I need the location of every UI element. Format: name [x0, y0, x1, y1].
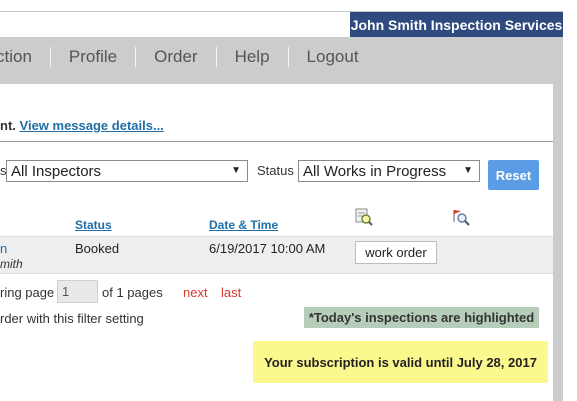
paging-suffix: of 1 pages	[102, 285, 163, 300]
page-number-input[interactable]: 1	[57, 280, 98, 303]
status-column-header[interactable]: Status	[75, 218, 112, 232]
magnifier-flag-icon[interactable]	[451, 207, 471, 227]
divider	[0, 141, 553, 142]
inspector-select-value: All Inspectors	[11, 162, 102, 180]
main-nav: ction Profile Order Help Logout	[0, 37, 377, 77]
nav-item-profile[interactable]: Profile	[51, 47, 135, 67]
view-message-details-link[interactable]: View message details...	[20, 118, 164, 133]
work-order-button[interactable]: work order	[355, 241, 437, 264]
company-name-badge: John Smith Inspection Services	[350, 12, 563, 37]
nav-item-logout[interactable]: Logout	[289, 47, 377, 67]
reset-button[interactable]: Reset	[488, 160, 539, 190]
status-select[interactable]: All Works in Progress ▼	[298, 160, 480, 182]
magnifier-document-icon[interactable]	[354, 207, 374, 227]
client-name-secondary: mith	[0, 257, 23, 271]
window-top-edge	[0, 0, 563, 12]
nav-item-inspection[interactable]: ction	[0, 47, 50, 67]
paging-prefix: ring page	[0, 285, 55, 300]
status-select-value: All Works in Progress	[303, 162, 447, 180]
today-highlight-legend: *Today's inspections are highlighted	[304, 307, 539, 328]
next-page-link[interactable]: next	[183, 285, 208, 300]
datetime-column-header[interactable]: Date & Time	[209, 218, 278, 232]
client-name-link[interactable]: n	[0, 241, 7, 256]
last-page-link[interactable]: last	[221, 285, 241, 300]
message-line: nt. View message details...	[0, 118, 164, 133]
right-frame	[553, 37, 563, 401]
chevron-down-icon: ▼	[463, 165, 473, 176]
subscription-notice: Your subscription is valid until July 28…	[253, 341, 548, 383]
message-prefix: nt.	[0, 118, 16, 133]
nav-item-order[interactable]: Order	[136, 47, 215, 67]
nav-item-help[interactable]: Help	[217, 47, 288, 67]
filter-order-note: rder with this filter setting	[0, 311, 144, 326]
inspector-select[interactable]: All Inspectors ▼	[6, 160, 248, 182]
chevron-down-icon: ▼	[231, 165, 241, 176]
status-filter-label: Status	[257, 163, 294, 178]
row-datetime: 6/19/2017 10:00 AM	[209, 241, 326, 256]
row-status: Booked	[75, 241, 120, 256]
